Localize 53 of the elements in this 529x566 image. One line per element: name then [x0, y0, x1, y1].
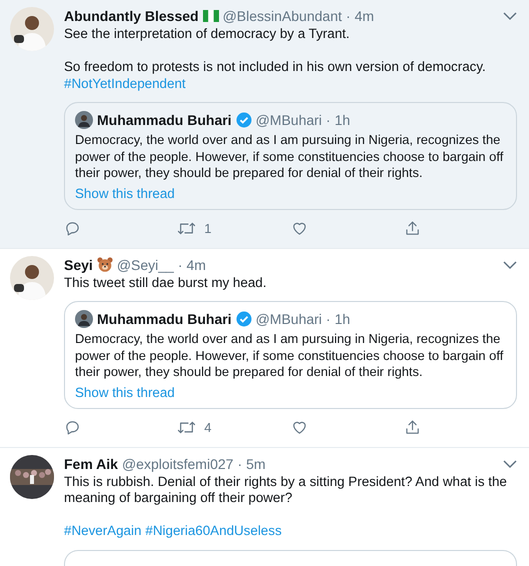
timestamp: 5m: [246, 456, 266, 472]
hashtag-link[interactable]: #NeverAgain: [64, 523, 142, 540]
author-name: Seyi: [64, 256, 93, 272]
tweet-text: So freedom to protests is not included in his own version of democracy.: [64, 59, 487, 76]
tweet-card[interactable]: Fem Aik @exploitsfemi027 · 5m This is rubbish. Denial of their rights by a sitting President? And what is the meaning of bargaining off their power? #NeverAgain #Nigeria60AndUseless: [0, 448, 529, 566]
author-name: Muhammadu Buhari: [97, 311, 232, 327]
tweet-text: This is rubbish. Denial of their rights by a sitting President? And what is the meaning of bargaining off their power?: [64, 474, 508, 506]
quoted-tweet-card[interactable]: [64, 102, 517, 210]
tweet-card[interactable]: [0, 248, 529, 448]
timestamp: 4m: [354, 8, 374, 24]
timestamp: 1h: [334, 112, 350, 128]
tweet-card[interactable]: [0, 0, 529, 248]
retweet-button[interactable]: 1: [177, 220, 290, 237]
retweet-count: 1: [204, 221, 212, 236]
share-icon: [404, 220, 421, 237]
show-thread-link[interactable]: Show this thread: [75, 384, 175, 400]
author-handle: @exploitsfemi027: [122, 456, 234, 472]
author-handle: @Seyi__: [116, 256, 174, 272]
quoted-tweet-card[interactable]: [64, 301, 517, 408]
hashtag-link[interactable]: #Nigeria60AndUseless: [145, 523, 282, 540]
timestamp: 1h: [334, 311, 350, 327]
author-name: Muhammadu Buhari: [97, 112, 232, 128]
timestamp: 4m: [186, 256, 206, 272]
separator-dot: ·: [178, 256, 183, 272]
separator-dot: ·: [326, 311, 331, 327]
retweet-icon: [177, 419, 196, 436]
tweet-text: This tweet still dae burst my head.: [64, 274, 268, 291]
show-thread-link[interactable]: Show this thread: [75, 186, 175, 200]
quoted-tweet-text: Democracy, the world over and as I am pursuing in Nigeria, recognizes the power of the people. However, if some constituencies choose to bargain off their power, they should be prepared for denial of their rights.: [75, 331, 504, 380]
caret-icon[interactable]: [503, 458, 517, 468]
share-icon: [404, 419, 421, 436]
bear-face-icon: [96, 257, 113, 272]
caret-icon[interactable]: [503, 11, 517, 21]
caret-icon[interactable]: [503, 260, 517, 270]
flag-icon: [202, 10, 219, 22]
author-name: Abundantly Blessed: [64, 8, 199, 24]
reply-icon: [64, 220, 81, 237]
reply-icon: [64, 419, 81, 436]
hashtag-link[interactable]: #NotYetIndependent: [64, 76, 186, 92]
heart-icon: [290, 419, 308, 436]
author-handle: @MBuhari: [256, 112, 322, 128]
retweet-count: 4: [204, 420, 212, 435]
retweet-icon: [177, 220, 196, 237]
heart-icon: [290, 220, 308, 237]
separator-dot: ·: [346, 8, 351, 24]
author-handle: @BlessinAbundant: [222, 8, 342, 24]
separator-dot: ·: [237, 456, 242, 472]
retweet-button[interactable]: 4: [177, 419, 290, 436]
author-handle: @MBuhari: [256, 311, 322, 327]
author-name: Fem Aik: [64, 456, 118, 472]
quoted-tweet-text: Democracy, the world over and as I am pursuing in Nigeria, recognizes the power of the people. However, if some constituencies choose to bargain off their power, they should be prepared for denial of their rights.: [75, 132, 504, 182]
separator-dot: ·: [326, 112, 331, 128]
tweet-text: See the interpretation of democracy by a Tyrant.: [64, 26, 351, 42]
